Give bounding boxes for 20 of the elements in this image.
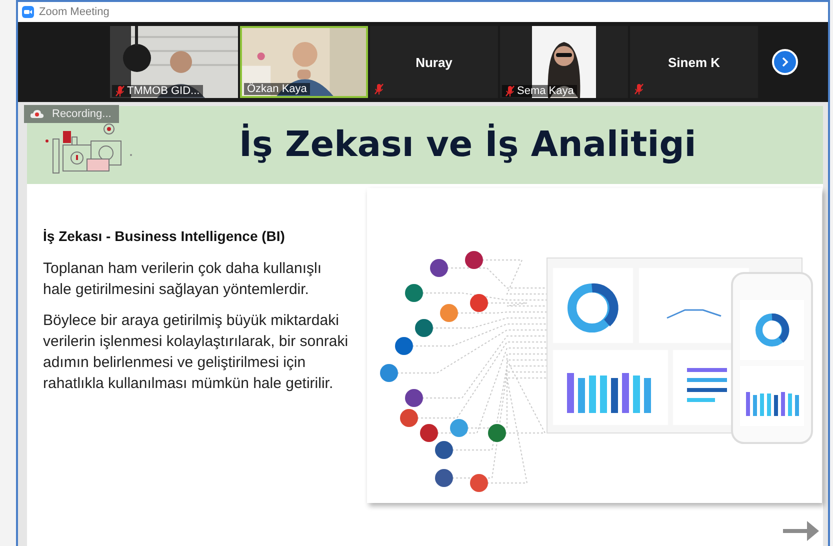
participant-name: Sema Kaya bbox=[502, 85, 577, 97]
participant-tile[interactable]: Nuray bbox=[370, 26, 498, 98]
participant-tile[interactable]: Özkan Kaya bbox=[240, 26, 368, 98]
window-title: Zoom Meeting bbox=[39, 6, 110, 18]
participant-tile[interactable]: TMMOB GID... bbox=[110, 26, 238, 98]
slide-subtitle: İş Zekası - Business Intelligence (BI) bbox=[43, 228, 286, 244]
recording-label: Recording... bbox=[52, 108, 112, 120]
participant-name: TMMOB GID... bbox=[112, 85, 203, 97]
next-page-button[interactable] bbox=[772, 49, 798, 75]
cloud-icon bbox=[30, 109, 44, 119]
participant-tile[interactable]: Sinem K bbox=[630, 26, 758, 98]
slide-paragraph: Böylece bir araya getirilmiş büyük miktardaki verilerin işlenmesi kolaylaştırılarak, bir sonraki adımın belirlenmesi ve geliştirilmesi için rahatlıkla kullanılması mümkün hale getirilir. bbox=[43, 311, 350, 394]
participant-tile[interactable]: Sema Kaya bbox=[500, 26, 628, 98]
participant-name: Nuray bbox=[416, 54, 452, 70]
video-camera-icon bbox=[22, 6, 34, 18]
participant-name: Sinem K bbox=[668, 54, 720, 70]
slide-title: İş Zekası ve İş Analitigi bbox=[239, 125, 696, 165]
participant-name: Özkan Kaya bbox=[244, 83, 310, 95]
chevron-right-icon bbox=[780, 57, 790, 67]
slide-paragraph: Toplanan ham verilerin çok daha kullanışlı hale getirilmesini sağlayan yöntemlerdir. bbox=[43, 259, 322, 300]
